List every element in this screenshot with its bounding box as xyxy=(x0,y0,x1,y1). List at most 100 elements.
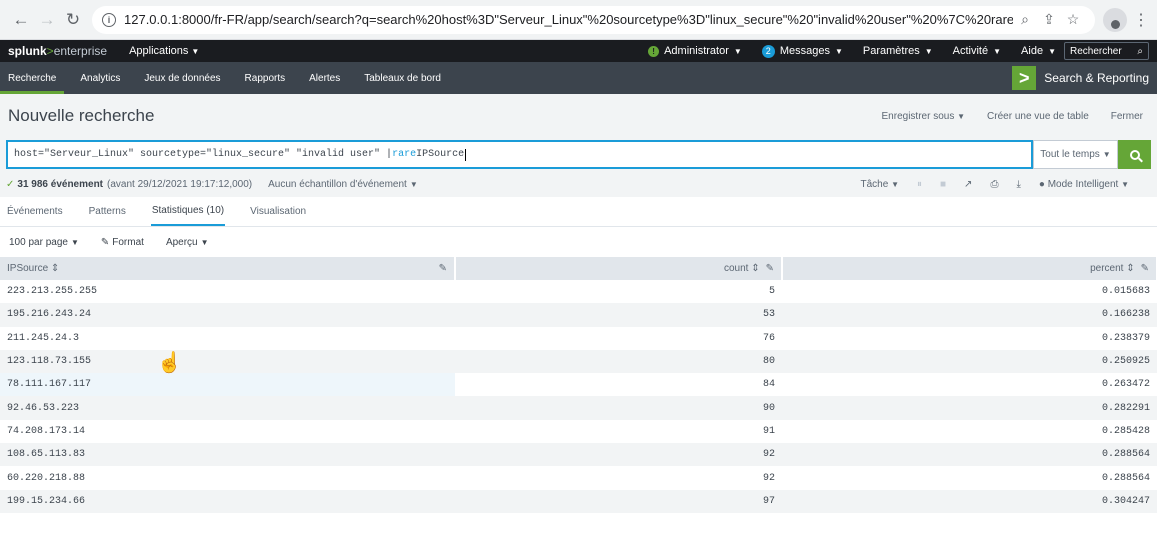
close-button[interactable]: Fermer xyxy=(1111,111,1143,122)
job-status-row: ✓ 31 986 événement (avant 29/12/2021 19:… xyxy=(0,171,1157,197)
table-row[interactable]: 199.15.234.66 97 0.304247 xyxy=(0,489,1157,513)
search-submit-button[interactable] xyxy=(1118,140,1151,169)
percent-cell[interactable]: 0.015683 xyxy=(782,280,1157,304)
ipsource-cell[interactable]: 199.15.234.66 xyxy=(0,489,455,513)
per-page-dropdown[interactable]: 100 par page ▼ xyxy=(9,237,79,248)
format-button[interactable]: ✎ Format xyxy=(101,237,144,248)
percent-cell[interactable]: 0.238379 xyxy=(782,326,1157,350)
site-info-icon[interactable]: i xyxy=(102,12,116,27)
reload-icon[interactable]: ↻ xyxy=(60,7,86,33)
table-row[interactable]: 92.46.53.223 90 0.282291 xyxy=(0,396,1157,420)
profile-avatar-icon[interactable] xyxy=(1103,7,1127,32)
table-row[interactable]: 211.245.24.3 76 0.238379 xyxy=(0,326,1157,350)
forward-icon[interactable]: → xyxy=(34,7,60,33)
ipsource-cell[interactable]: 123.118.73.155 xyxy=(0,349,455,374)
percent-cell[interactable]: 0.288564 xyxy=(782,443,1157,467)
event-timestamp: (avant 29/12/2021 19:17:12,000) xyxy=(107,178,253,190)
global-search-input[interactable]: Rechercher ⌕ xyxy=(1064,42,1149,60)
count-cell[interactable]: 5 xyxy=(455,280,782,304)
splunk-logo[interactable]: splunk>enterprise xyxy=(8,44,107,58)
stop-icon[interactable]: ■ xyxy=(940,179,946,190)
percent-cell[interactable]: 0.263472 xyxy=(782,373,1157,397)
percent-cell[interactable]: 0.250925 xyxy=(782,349,1157,374)
app-tab-analytics[interactable]: Analytics xyxy=(72,62,128,94)
count-cell[interactable]: 97 xyxy=(455,489,782,513)
ipsource-cell[interactable]: 195.216.243.24 xyxy=(0,303,455,327)
search-icon: ⌕ xyxy=(1137,45,1143,57)
search-mode-dropdown[interactable]: ● Mode Intelligent ▼ xyxy=(1039,179,1129,190)
ipsource-cell[interactable]: 78.111.167.117 xyxy=(0,373,455,397)
job-menu[interactable]: Tâche ▼ xyxy=(861,179,900,190)
settings-menu[interactable]: Paramètres ▼ xyxy=(863,45,933,57)
share-icon[interactable]: ⇪ xyxy=(1037,11,1061,28)
ipsource-cell[interactable]: 211.245.24.3 xyxy=(0,326,455,350)
count-cell[interactable]: 92 xyxy=(455,466,782,490)
time-range-picker[interactable]: Tout le temps ▼ xyxy=(1033,140,1118,169)
pause-icon[interactable]: ⏸ xyxy=(917,179,922,190)
url-text: 127.0.0.1:8000/fr-FR/app/search/search?q… xyxy=(124,12,1013,27)
print-icon[interactable]: ⎙ xyxy=(990,179,998,190)
count-cell[interactable]: 53 xyxy=(455,303,782,327)
sort-icon: ⇕ xyxy=(1126,263,1135,274)
column-header-percent[interactable]: percent ⇕ ✎ xyxy=(782,257,1157,280)
count-cell[interactable]: 91 xyxy=(455,419,782,444)
table-row[interactable]: 108.65.113.83 92 0.288564 xyxy=(0,443,1157,467)
sampling-dropdown[interactable]: Aucun échantillon d'événement ▼ xyxy=(268,179,418,190)
preview-dropdown[interactable]: Aperçu ▼ xyxy=(166,237,209,248)
back-icon[interactable]: ← xyxy=(8,7,34,33)
percent-cell[interactable]: 0.285428 xyxy=(782,419,1157,444)
help-menu[interactable]: Aide ▼ xyxy=(1021,45,1056,57)
tab-visualization[interactable]: Visualisation xyxy=(249,197,307,226)
edit-column-icon[interactable]: ✎ xyxy=(439,263,447,274)
browser-menu-icon[interactable]: ⋮ xyxy=(1133,10,1149,30)
column-header-ipsource[interactable]: IPSource ⇕ ✎ xyxy=(0,257,456,280)
app-title[interactable]: > Search & Reporting xyxy=(1012,62,1157,94)
edit-column-icon[interactable]: ✎ xyxy=(1141,263,1149,274)
tab-patterns[interactable]: Patterns xyxy=(88,197,127,226)
table-row[interactable]: 60.220.218.88 92 0.288564 xyxy=(0,466,1157,490)
count-cell[interactable]: 80 xyxy=(455,349,782,374)
app-tab-recherche[interactable]: Recherche xyxy=(0,62,65,94)
save-as-button[interactable]: Enregistrer sous ▼ xyxy=(882,111,966,122)
table-row[interactable]: 78.111.167.117 84 0.263472 xyxy=(0,373,1157,397)
ipsource-cell[interactable]: 92.46.53.223 xyxy=(0,396,455,420)
percent-cell[interactable]: 0.304247 xyxy=(782,489,1157,513)
applications-menu[interactable]: Applications ▼ xyxy=(129,45,199,57)
count-cell[interactable]: 76 xyxy=(455,326,782,350)
table-row[interactable]: 223.213.255.255 5 0.015683 xyxy=(0,280,1157,304)
count-cell[interactable]: 92 xyxy=(455,443,782,467)
zoom-icon[interactable]: ⌕ xyxy=(1013,11,1037,28)
bookmark-star-icon[interactable]: ☆ xyxy=(1061,11,1085,28)
percent-cell[interactable]: 0.166238 xyxy=(782,303,1157,327)
ipsource-cell[interactable]: 74.208.173.14 xyxy=(0,419,455,444)
app-tab-dashboards[interactable]: Tableaux de bord xyxy=(356,62,449,94)
table-header-row: IPSource ⇕ ✎ count ⇕ ✎ percent ⇕ ✎ xyxy=(0,257,1157,280)
create-table-view-button[interactable]: Créer une vue de table xyxy=(987,111,1089,122)
activity-menu[interactable]: Activité ▼ xyxy=(953,45,1001,57)
check-icon: ✓ xyxy=(6,178,15,190)
tab-statistics[interactable]: Statistiques (10) xyxy=(150,197,226,226)
address-bar[interactable]: i 127.0.0.1:8000/fr-FR/app/search/search… xyxy=(92,5,1095,34)
table-row[interactable]: 195.216.243.24 53 0.166238 xyxy=(0,303,1157,327)
browser-toolbar: ← → ↻ i 127.0.0.1:8000/fr-FR/app/search/… xyxy=(0,0,1157,40)
percent-cell[interactable]: 0.282291 xyxy=(782,396,1157,420)
tab-events[interactable]: Événements xyxy=(6,197,64,226)
share-job-icon[interactable]: ↗ xyxy=(964,179,972,190)
app-tab-datasets[interactable]: Jeux de données xyxy=(136,62,228,94)
ipsource-cell[interactable]: 60.220.218.88 xyxy=(0,466,455,490)
messages-menu[interactable]: 2 Messages ▼ xyxy=(761,44,843,58)
column-header-count[interactable]: count ⇕ ✎ xyxy=(455,257,783,280)
app-tab-alerts[interactable]: Alertes xyxy=(301,62,348,94)
admin-menu[interactable]: ! Administrator ▼ xyxy=(648,45,742,57)
app-tab-reports[interactable]: Rapports xyxy=(237,62,294,94)
ipsource-cell[interactable]: 108.65.113.83 xyxy=(0,443,455,467)
ipsource-cell[interactable]: 223.213.255.255 xyxy=(0,280,455,304)
query-text: host="Serveur_Linux" sourcetype="linux_s… xyxy=(14,149,393,160)
count-cell[interactable]: 84 xyxy=(455,373,782,397)
export-icon[interactable]: ⤓ xyxy=(1016,179,1020,190)
edit-column-icon[interactable]: ✎ xyxy=(766,263,774,274)
count-cell[interactable]: 90 xyxy=(455,396,782,420)
table-row[interactable]: 74.208.173.14 91 0.285428 xyxy=(0,419,1157,444)
search-query-input[interactable]: host="Serveur_Linux" sourcetype="linux_s… xyxy=(6,140,1033,169)
percent-cell[interactable]: 0.288564 xyxy=(782,466,1157,490)
